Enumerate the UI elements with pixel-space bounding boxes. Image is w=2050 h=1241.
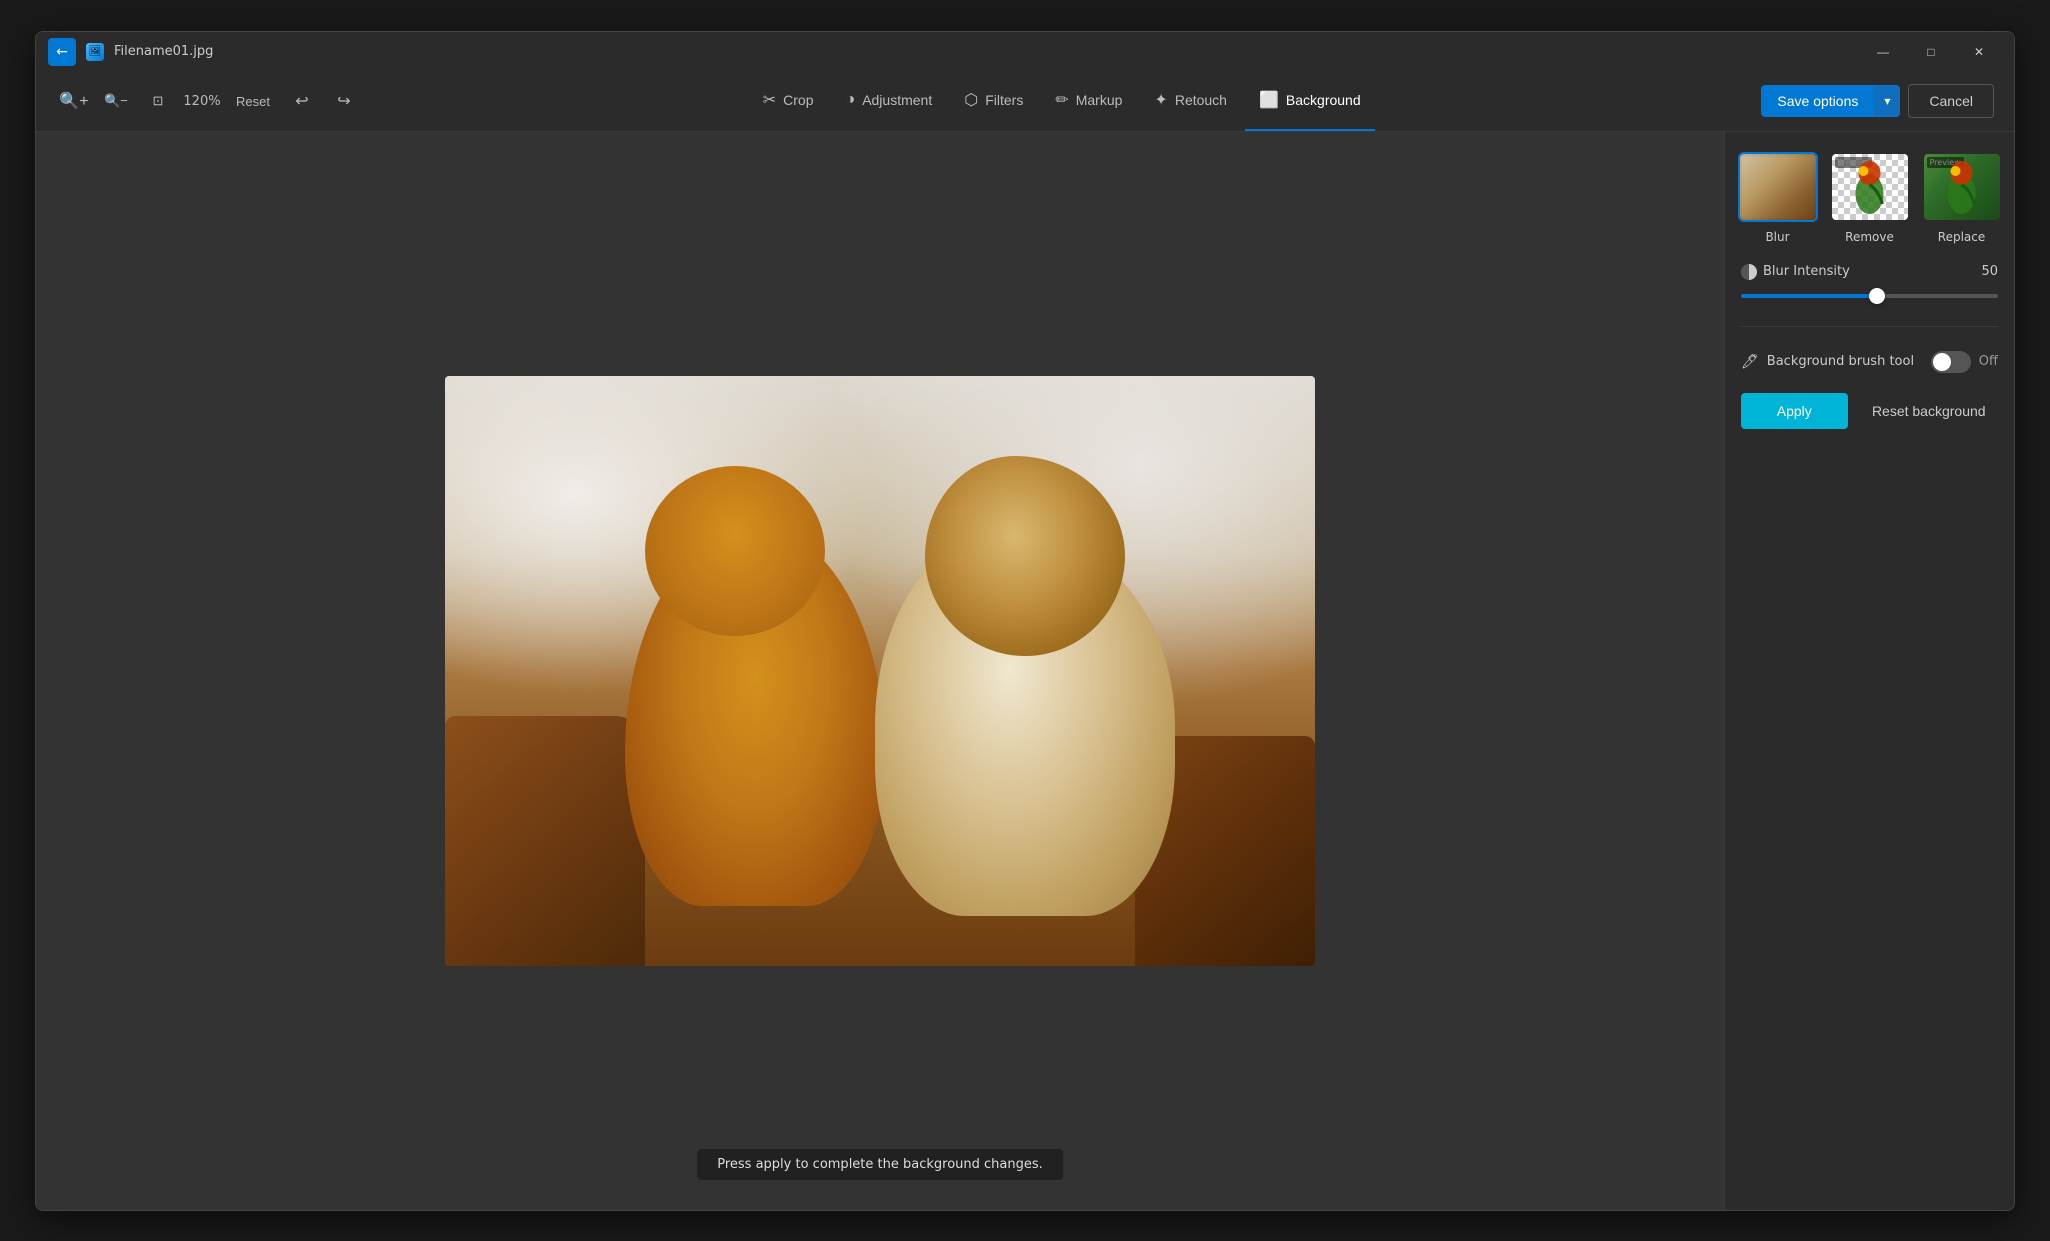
tab-adjustment[interactable]: ◑ Adjustment [832, 71, 947, 131]
brush-tool-toggle[interactable] [1931, 351, 1971, 373]
dog-left-head [645, 466, 825, 636]
title-bar-left: ← 🖼 Filename01.jpg [48, 38, 213, 66]
remove-thumb: Preview [1830, 152, 1910, 222]
dog-right-head [925, 456, 1125, 656]
toggle-knob [1933, 353, 1951, 371]
main-image [445, 376, 1315, 966]
filters-icon: ⬡ [964, 90, 978, 110]
window-title: Filename01.jpg [114, 44, 213, 59]
remove-label: Remove [1845, 230, 1894, 244]
brush-icon: 🖊 [1741, 354, 1759, 370]
zoom-level-display: 120% [182, 94, 222, 109]
window-controls: — □ ✕ [1860, 36, 2002, 68]
canvas-area: Press apply to complete the background c… [36, 132, 1724, 1210]
image-container [445, 376, 1315, 966]
bg-options: Blur Preview [1741, 152, 1998, 244]
replace-thumb: Preview [1922, 152, 2002, 222]
tab-retouch[interactable]: ✦ Retouch [1140, 71, 1241, 131]
close-button[interactable]: ✕ [1956, 36, 2002, 68]
toggle-row: Off [1931, 351, 1998, 373]
dog-left [605, 486, 905, 906]
toggle-state-label: Off [1979, 354, 1998, 369]
replace-label: Replace [1938, 230, 1985, 244]
parrot-icon-replace [1939, 159, 1984, 217]
zoom-out-button[interactable]: 🔍− [98, 83, 134, 119]
remove-preview: Preview [1832, 154, 1908, 220]
main-content: Press apply to complete the background c… [36, 132, 2014, 1210]
status-message: Press apply to complete the background c… [697, 1149, 1063, 1180]
toolbar: 🔍+ 🔍− ⊡ 120% Reset ↩ ↪ ✂ Crop ◑ Adjustme… [36, 72, 2014, 132]
intensity-icon [1741, 264, 1757, 280]
cancel-button[interactable]: Cancel [1908, 84, 1994, 118]
toolbar-right: Save options ▾ Cancel [1761, 84, 1994, 118]
retouch-icon: ✦ [1154, 90, 1167, 110]
title-bar: ← 🖼 Filename01.jpg — □ ✕ [36, 32, 2014, 72]
blur-intensity-section: Blur Intensity 50 [1741, 264, 1998, 302]
blur-intensity-label: Blur Intensity [1741, 264, 1850, 280]
reset-background-button[interactable]: Reset background [1860, 393, 1998, 429]
action-buttons: Apply Reset background [1741, 393, 1998, 429]
fit-button[interactable]: ⊡ [140, 83, 176, 119]
bg-option-replace[interactable]: Preview Replace [1922, 152, 2002, 244]
divider [1741, 326, 1998, 327]
right-panel: Blur Preview [1724, 132, 2014, 1210]
slider-fill [1741, 294, 1877, 298]
adjustment-icon: ◑ [846, 91, 856, 109]
brush-tool-row: 🖊 Background brush tool Off [1741, 351, 1998, 373]
zoom-in-button[interactable]: 🔍+ [56, 83, 92, 119]
bg-option-remove[interactable]: Preview Remove [1830, 152, 1910, 244]
blur-label: Blur [1765, 230, 1789, 244]
replace-preview: Preview [1924, 154, 2000, 220]
nav-tabs: ✂ Crop ◑ Adjustment ⬡ Filters ✏ Markup ✦… [370, 71, 1753, 131]
brush-tool-label: 🖊 Background brush tool [1741, 354, 1914, 370]
markup-icon: ✏ [1055, 90, 1068, 110]
tab-markup[interactable]: ✏ Markup [1041, 71, 1136, 131]
background-icon: ⬜ [1259, 90, 1279, 110]
slider-thumb[interactable] [1869, 288, 1885, 304]
tab-background[interactable]: ⬜ Background [1245, 71, 1375, 131]
redo-button[interactable]: ↪ [326, 83, 362, 119]
save-options-button[interactable]: Save options ▾ [1761, 85, 1900, 117]
zoom-controls: 🔍+ 🔍− ⊡ 120% Reset ↩ ↪ [56, 83, 362, 119]
blur-intensity-value: 50 [1981, 264, 1998, 279]
tab-filters[interactable]: ⬡ Filters [950, 71, 1037, 131]
blur-thumb [1738, 152, 1818, 222]
maximize-button[interactable]: □ [1908, 36, 1954, 68]
back-button[interactable]: ← [48, 38, 76, 66]
app-window: ← 🖼 Filename01.jpg — □ ✕ 🔍+ 🔍− ⊡ 120% Re… [35, 31, 2015, 1211]
apply-button[interactable]: Apply [1741, 393, 1848, 429]
tab-crop[interactable]: ✂ Crop [749, 71, 828, 131]
save-options-arrow[interactable]: ▾ [1874, 86, 1900, 116]
dog-right [875, 466, 1215, 916]
slider-header: Blur Intensity 50 [1741, 264, 1998, 280]
bg-option-blur[interactable]: Blur [1738, 152, 1818, 244]
reset-button[interactable]: Reset [228, 83, 278, 119]
blur-preview [1738, 152, 1818, 222]
undo-button[interactable]: ↩ [284, 83, 320, 119]
crop-icon: ✂ [763, 90, 776, 110]
app-icon: 🖼 [86, 43, 104, 61]
blur-intensity-slider[interactable] [1741, 294, 1998, 298]
save-options-main[interactable]: Save options [1761, 85, 1874, 117]
parrot-icon-remove [1847, 159, 1892, 217]
minimize-button[interactable]: — [1860, 36, 1906, 68]
